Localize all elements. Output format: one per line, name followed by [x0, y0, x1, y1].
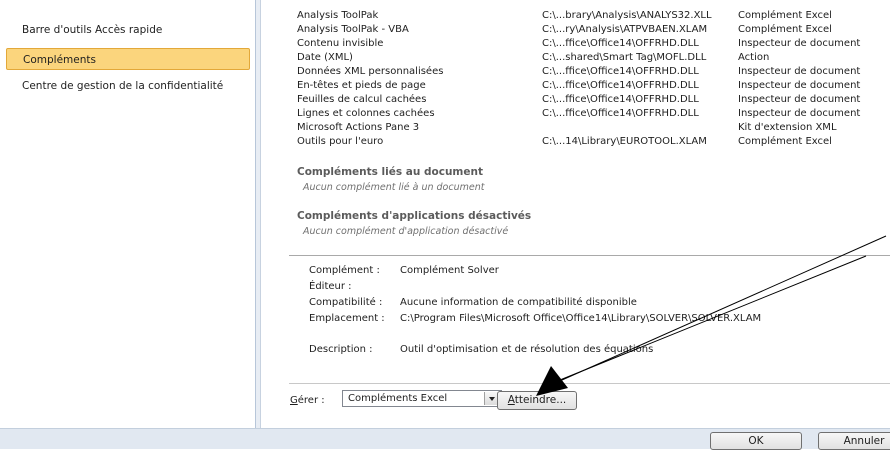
addin-type: Complément Excel	[738, 10, 832, 21]
detail-compat-value: Aucune information de compatibilité disp…	[400, 297, 637, 308]
detail-location-value: C:\Program Files\Microsoft Office\Office…	[400, 313, 762, 324]
addin-location: C:\...ffice\Office14\OFFRHD.DLL	[542, 80, 699, 91]
sidebar-item-quick-access-toolbar[interactable]: Barre d'outils Accès rapide	[6, 19, 250, 41]
addin-name: Données XML personnalisées	[297, 66, 444, 77]
addin-type: Inspecteur de document	[738, 108, 861, 119]
detail-description-label: Description :	[309, 344, 373, 355]
sidebar-item-addins[interactable]: Compléments	[6, 48, 250, 70]
bottom-separator	[289, 383, 890, 384]
detail-location-label: Emplacement :	[309, 313, 385, 324]
addin-name: Analysis ToolPak - VBA	[297, 24, 409, 35]
disabled-addins-heading: Compléments d'applications désactivés	[297, 210, 532, 222]
addin-name: Contenu invisible	[297, 38, 384, 49]
sidebar-item-label: Centre de gestion de la confidentialité	[22, 80, 224, 92]
addin-location: C:\...ffice\Office14\OFFRHD.DLL	[542, 108, 699, 119]
addin-type: Kit d'extension XML	[738, 122, 837, 133]
sidebar-item-trust-center[interactable]: Centre de gestion de la confidentialité	[6, 75, 250, 97]
manage-dropdown[interactable]: Compléments Excel	[342, 390, 502, 407]
table-row[interactable]: Feuilles de calcul cachées C:\...ffice\O…	[289, 94, 890, 106]
sidebar-item-label: Barre d'outils Accès rapide	[22, 24, 163, 36]
detail-compat-label: Compatibilité :	[309, 297, 383, 308]
addin-location: C:\...ffice\Office14\OFFRHD.DLL	[542, 38, 699, 49]
disabled-addins-empty: Aucun complément d'application désactivé	[303, 226, 509, 237]
table-row[interactable]: Analysis ToolPak - VBA C:\...ry\Analysis…	[289, 24, 890, 36]
addin-type: Inspecteur de document	[738, 38, 861, 49]
detail-addin-label: Complément :	[309, 265, 380, 276]
table-row[interactable]: Données XML personnalisées C:\...ffice\O…	[289, 66, 890, 78]
addin-location: C:\...shared\Smart Tag\MOFL.DLL	[542, 52, 707, 63]
doc-addins-heading: Compléments liés au document	[297, 166, 483, 178]
table-row[interactable]: Outils pour l'euro C:\...14\Library\EURO…	[289, 136, 890, 148]
ok-button[interactable]: OK	[710, 432, 802, 450]
addin-location: C:\...14\Library\EUROTOOL.XLAM	[542, 136, 707, 147]
addin-type: Inspecteur de document	[738, 66, 861, 77]
detail-publisher-label: Éditeur :	[309, 281, 352, 292]
doc-addins-empty: Aucun complément lié à un document	[303, 182, 485, 193]
addin-location: C:\...ffice\Office14\OFFRHD.DLL	[542, 66, 699, 77]
addin-name: Microsoft Actions Pane 3	[297, 122, 420, 133]
addin-name: En-têtes et pieds de page	[297, 80, 426, 91]
addin-type: Complément Excel	[738, 24, 832, 35]
addins-main-panel: Analysis ToolPak C:\...brary\Analysis\AN…	[260, 0, 890, 428]
cancel-button[interactable]: Annuler	[818, 432, 890, 450]
addin-type: Inspecteur de document	[738, 94, 861, 105]
sidebar-item-label: Compléments	[23, 54, 96, 66]
addin-name: Date (XML)	[297, 52, 353, 63]
addin-type: Inspecteur de document	[738, 80, 861, 91]
addin-location: C:\...ffice\Office14\OFFRHD.DLL	[542, 94, 699, 105]
addin-location: C:\...brary\Analysis\ANALYS32.XLL	[542, 10, 712, 21]
table-row[interactable]: Analysis ToolPak C:\...brary\Analysis\AN…	[289, 10, 890, 22]
addin-name: Outils pour l'euro	[297, 136, 384, 147]
addin-name: Analysis ToolPak	[297, 10, 379, 21]
options-sidebar: Barre d'outils Accès rapide Compléments …	[0, 0, 256, 428]
addin-type: Complément Excel	[738, 136, 832, 147]
detail-addin-value: Complément Solver	[400, 265, 499, 276]
addin-name: Lignes et colonnes cachées	[297, 108, 435, 119]
table-row[interactable]: Microsoft Actions Pane 3 Kit d'extension…	[289, 122, 890, 134]
addin-type: Action	[738, 52, 770, 63]
table-row[interactable]: Lignes et colonnes cachées C:\...ffice\O…	[289, 108, 890, 120]
go-button[interactable]: Atteindre...	[497, 391, 577, 410]
table-row[interactable]: Date (XML) C:\...shared\Smart Tag\MOFL.D…	[289, 52, 890, 64]
manage-dropdown-value: Compléments Excel	[348, 393, 448, 404]
table-row[interactable]: Contenu invisible C:\...ffice\Office14\O…	[289, 38, 890, 50]
addins-list: Analysis ToolPak C:\...brary\Analysis\AN…	[289, 0, 890, 256]
addin-name: Feuilles de calcul cachées	[297, 94, 427, 105]
table-row[interactable]: En-têtes et pieds de page C:\...ffice\Of…	[289, 80, 890, 92]
addin-location: C:\...ry\Analysis\ATPVBAEN.XLAM	[542, 24, 708, 35]
detail-description-value: Outil d'optimisation et de résolution de…	[400, 344, 654, 355]
manage-label: Gérer :	[290, 395, 325, 406]
